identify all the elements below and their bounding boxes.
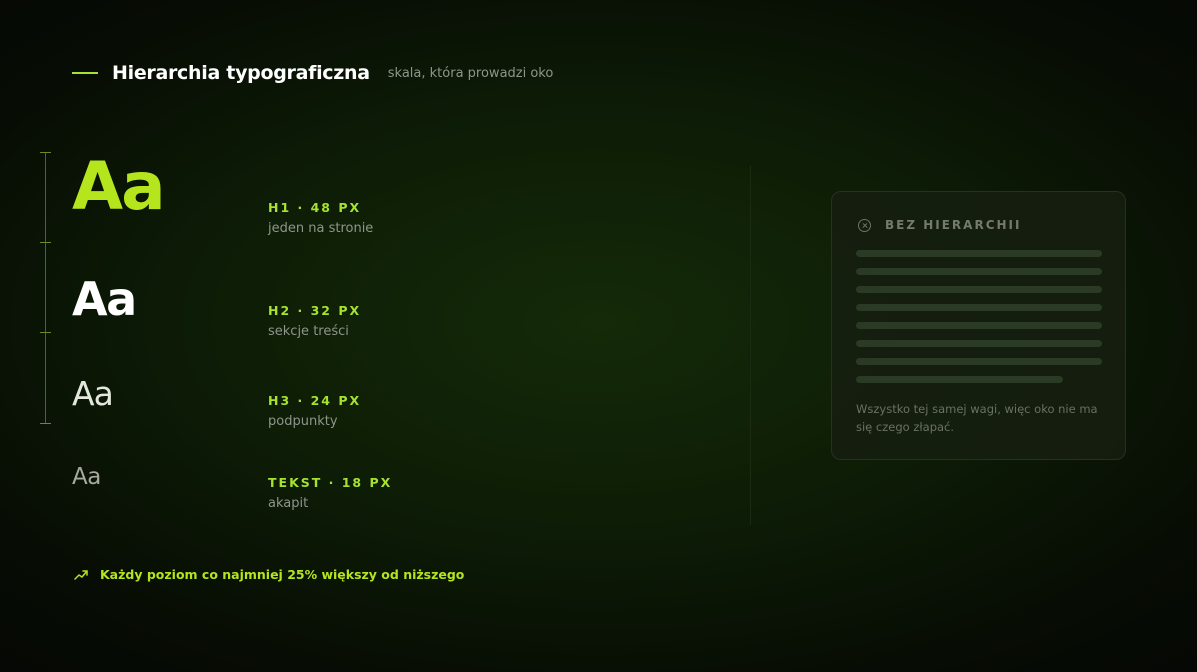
h1-sample: Aa	[72, 148, 166, 225]
card-title: BEZ HIERARCHII	[885, 218, 1022, 232]
no-hierarchy-card: BEZ HIERARCHII Wszystko tej samej wagi, …	[831, 191, 1126, 460]
text-desc: akapit	[268, 496, 309, 511]
h2-desc: sekcje treści	[268, 324, 349, 339]
placeholder-line	[856, 358, 1102, 365]
placeholder-text-lines	[856, 250, 1102, 394]
footer-text: Każdy poziom co najmniej 25% większy od …	[100, 567, 465, 582]
text-meta: TEKST · 18 PX akapit	[268, 475, 392, 511]
card-header: BEZ HIERARCHII	[858, 218, 1021, 232]
page-title: Hierarchia typograficzna	[112, 62, 370, 84]
h1-meta: H1 · 48 PX jeden na stronie	[268, 200, 373, 236]
h1-desc: jeden na stronie	[268, 221, 374, 236]
placeholder-line	[856, 304, 1102, 311]
vertical-divider	[750, 165, 751, 525]
placeholder-line	[856, 268, 1102, 275]
h3-meta: H3 · 24 PX podpunkty	[268, 393, 361, 429]
circle-x-icon	[858, 218, 871, 232]
ruler-tick	[40, 242, 51, 243]
trending-up-arrow-icon	[74, 569, 88, 580]
footer-note: Każdy poziom co najmniej 25% większy od …	[74, 567, 464, 582]
ruler-tick	[40, 332, 51, 333]
page-subtitle: skala, która prowadzi oko	[387, 65, 554, 81]
scale-ruler	[45, 152, 46, 424]
h3-sample: Aa	[72, 374, 114, 413]
card-note: Wszystko tej samej wagi, więc oko nie ma…	[856, 402, 1098, 434]
placeholder-line	[856, 286, 1102, 293]
h2-meta: H2 · 32 PX sekcje treści	[268, 303, 361, 339]
placeholder-line	[856, 376, 1063, 383]
ruler-tick	[40, 423, 51, 424]
placeholder-line	[856, 250, 1102, 257]
h1-label: H1 · 48 PX	[268, 200, 362, 215]
header: Hierarchia typograficzna skala, która pr…	[72, 60, 553, 86]
text-sample: Aa	[72, 464, 101, 490]
ruler-tick	[40, 152, 51, 153]
placeholder-line	[856, 322, 1102, 329]
h2-label: H2 · 32 PX	[268, 303, 362, 318]
h2-sample: Aa	[72, 272, 137, 326]
h3-desc: podpunkty	[268, 414, 338, 429]
text-label: TEKST · 18 PX	[268, 475, 393, 490]
h3-label: H3 · 24 PX	[268, 393, 362, 408]
header-accent-line	[72, 72, 98, 74]
placeholder-line	[856, 340, 1102, 347]
